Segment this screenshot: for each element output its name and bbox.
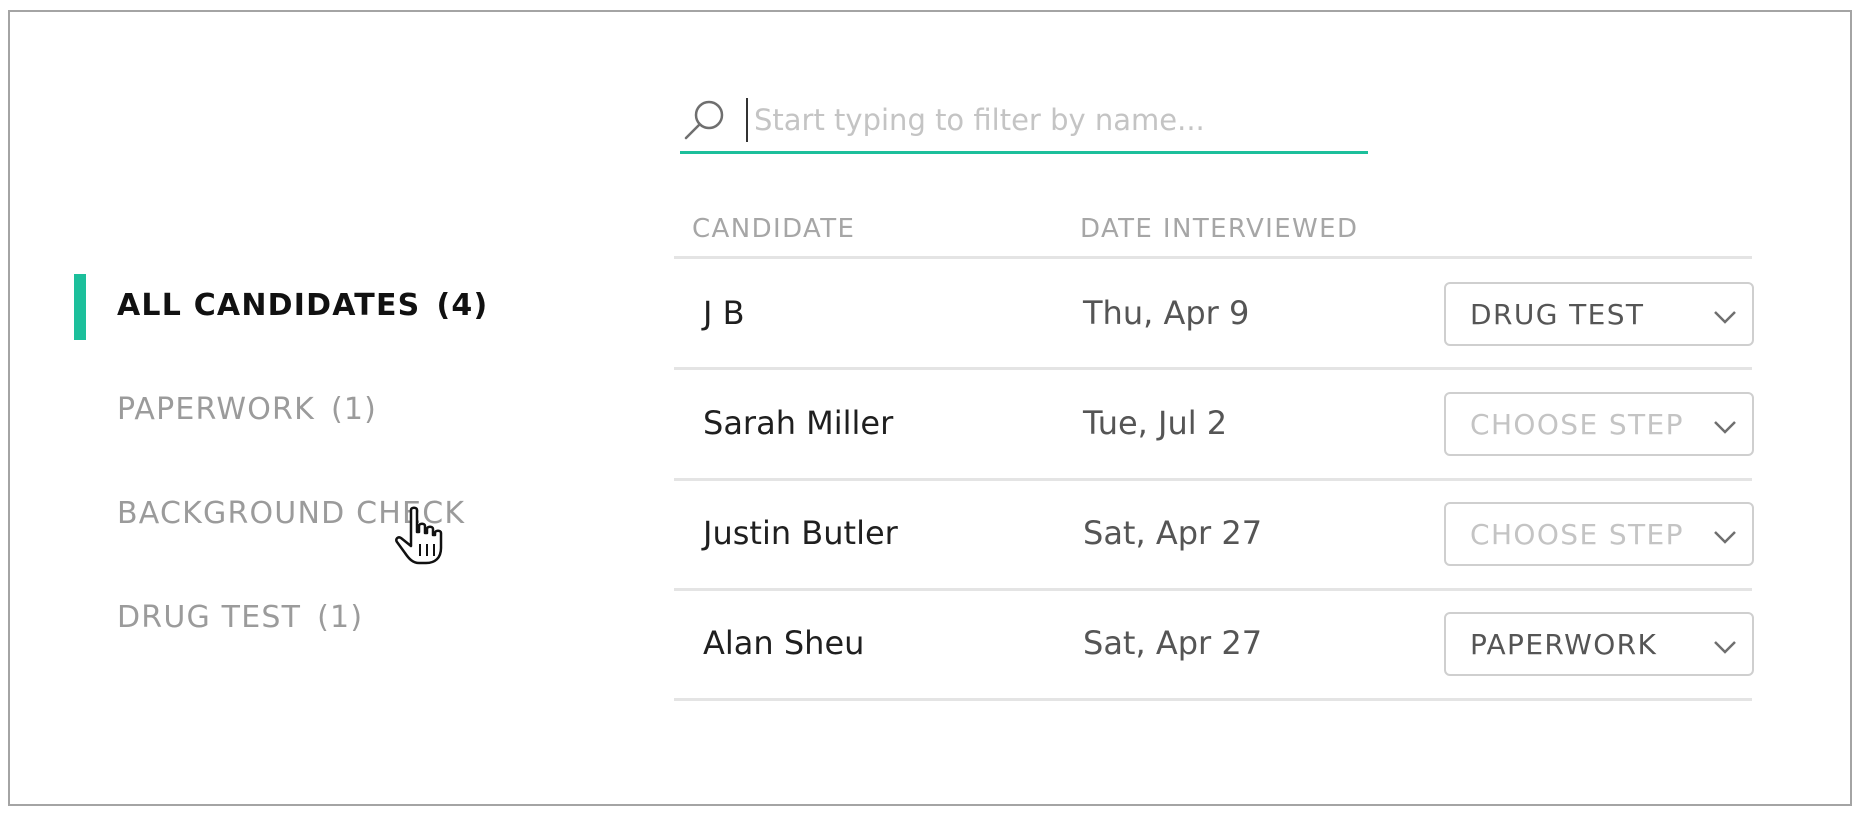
candidate-name[interactable]: J B: [703, 294, 745, 332]
interview-date: Sat, Apr 27: [1083, 624, 1263, 662]
candidate-name[interactable]: Sarah Miller: [703, 404, 893, 442]
row-divider: [674, 698, 1752, 701]
sidebar-item-paperwork[interactable]: PAPERWORK (1): [117, 392, 377, 427]
active-indicator: [74, 274, 86, 340]
search-input[interactable]: [746, 98, 1364, 142]
interview-date: Thu, Apr 9: [1083, 294, 1250, 332]
search-underline: [680, 151, 1368, 154]
hand-pointer-icon: [395, 506, 443, 565]
interview-date: Tue, Jul 2: [1083, 404, 1228, 442]
chevron-down-icon: [1714, 421, 1736, 434]
sidebar-item-count: (1): [317, 600, 364, 635]
search-bar: [680, 94, 1368, 154]
chevron-down-icon: [1714, 311, 1736, 324]
chevron-down-icon: [1714, 531, 1736, 544]
step-select[interactable]: PAPERWORK: [1444, 612, 1754, 676]
interview-date: Sat, Apr 27: [1083, 514, 1263, 552]
row-divider: [674, 478, 1752, 481]
sidebar-item-label: PAPERWORK: [117, 392, 315, 427]
step-select[interactable]: DRUG TEST: [1444, 282, 1754, 346]
step-select[interactable]: CHOOSE STEP: [1444, 392, 1754, 456]
sidebar-item-label: ALL CANDIDATES: [117, 288, 421, 323]
step-select-value: PAPERWORK: [1470, 628, 1658, 661]
candidate-name[interactable]: Justin Butler: [703, 514, 898, 552]
row-divider: [674, 367, 1752, 370]
chevron-down-icon: [1714, 641, 1736, 654]
search-icon: [684, 100, 724, 140]
sidebar-item-count: (4): [436, 288, 489, 323]
row-divider: [674, 256, 1752, 259]
step-select[interactable]: CHOOSE STEP: [1444, 502, 1754, 566]
sidebar-item-drug-test[interactable]: DRUG TEST (1): [117, 600, 363, 635]
step-select-value: CHOOSE STEP: [1470, 408, 1684, 441]
column-header-date-interviewed[interactable]: DATE INTERVIEWED: [1080, 214, 1358, 244]
sidebar-item-label: DRUG TEST: [117, 600, 302, 635]
step-select-value: CHOOSE STEP: [1470, 518, 1684, 551]
candidate-name[interactable]: Alan Sheu: [703, 624, 864, 662]
step-select-value: DRUG TEST: [1470, 298, 1645, 331]
column-header-candidate[interactable]: CANDIDATE: [692, 214, 855, 244]
row-divider: [674, 588, 1752, 591]
sidebar-item-all-candidates[interactable]: ALL CANDIDATES (4): [117, 288, 488, 323]
sidebar-item-count: (1): [330, 392, 378, 427]
